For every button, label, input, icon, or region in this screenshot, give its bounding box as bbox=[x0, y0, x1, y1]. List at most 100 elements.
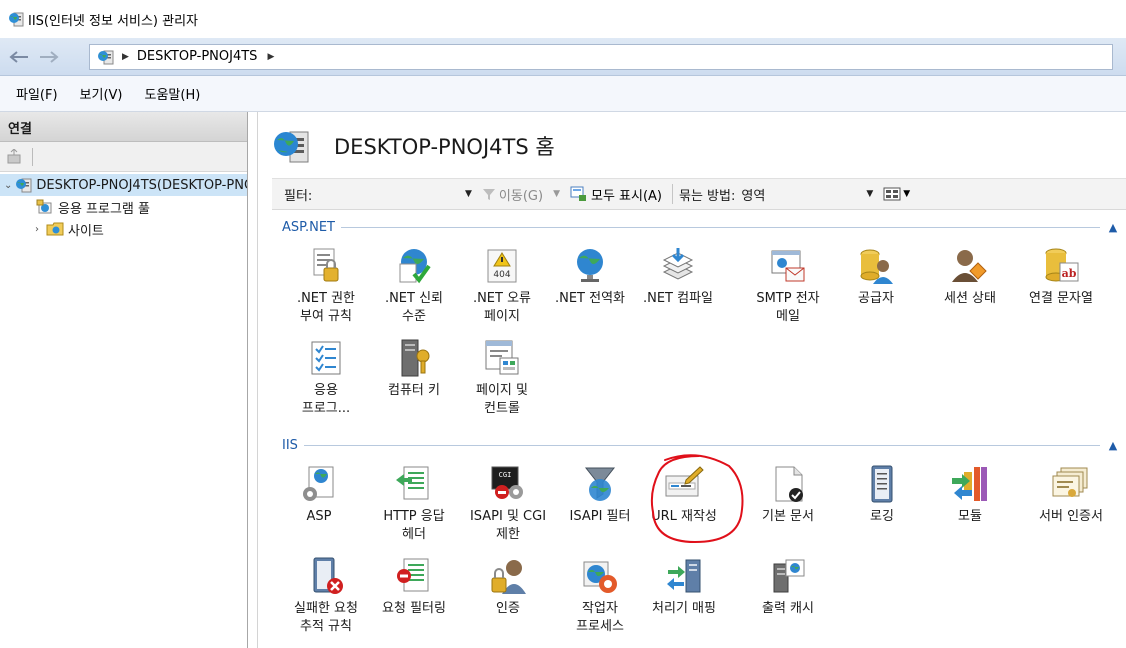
page-header: DESKTOP-PNOJ4TS 홈 bbox=[272, 128, 555, 164]
tree-node-sites[interactable]: › 사이트 bbox=[0, 218, 247, 240]
feature-net-compilation[interactable]: .NET 컴파일 bbox=[632, 246, 724, 308]
session-state-icon bbox=[952, 250, 987, 282]
toolbar-separator bbox=[32, 147, 33, 166]
worker-processes-icon bbox=[583, 561, 617, 593]
group-by-label: 묶는 방법: bbox=[679, 188, 736, 204]
breadcrumb-separator-icon[interactable]: ▶ bbox=[122, 52, 129, 62]
go-button-label: 이동(G) bbox=[498, 188, 544, 204]
menu-file[interactable]: 파일(F) bbox=[10, 80, 64, 107]
collapse-section-icon[interactable]: ▲ bbox=[1106, 439, 1120, 452]
show-all-label: 모두 표시(A) bbox=[590, 188, 662, 204]
feature-label: 모듈 bbox=[958, 509, 982, 524]
show-all-button[interactable]: 모두 표시(A) bbox=[570, 185, 662, 204]
feature-handler-mappings[interactable]: 처리기 매핑 bbox=[638, 556, 730, 618]
feature-output-cache[interactable]: 출력 캐시 bbox=[742, 556, 834, 618]
chevron-down-icon[interactable]: ▼ bbox=[465, 189, 472, 199]
feature-net-authorization[interactable]: .NET 권한 부여 규칙 bbox=[280, 246, 372, 326]
feature-logging[interactable]: 로깅 bbox=[836, 464, 928, 526]
feature-label: 실패한 요청 추적 규칙 bbox=[294, 601, 358, 634]
features-view: DESKTOP-PNOJ4TS 홈 필터: ▼ 이동(G) ▼ 모두 표시(A)… bbox=[257, 112, 1126, 648]
failed-request-tracing-icon bbox=[313, 557, 343, 594]
collapse-toggle-icon[interactable]: › bbox=[30, 224, 44, 235]
feature-session-state[interactable]: 세션 상태 bbox=[924, 246, 1016, 308]
feature-server-certificates[interactable]: 서버 인증서 bbox=[1025, 464, 1117, 526]
feature-label: 서버 인증서 bbox=[1039, 509, 1103, 524]
feature-connection-strings[interactable]: ab 연결 문자열 bbox=[1015, 246, 1107, 308]
feature-net-globalization[interactable]: .NET 전역화 bbox=[544, 246, 636, 308]
go-button[interactable]: 이동(G) bbox=[482, 185, 543, 204]
feature-authentication[interactable]: 인증 bbox=[462, 556, 554, 618]
modules-icon bbox=[952, 467, 987, 501]
feature-worker-processes[interactable]: 작업자 프로세스 bbox=[554, 556, 646, 636]
section-divider bbox=[340, 226, 1100, 228]
feature-isapi-cgi[interactable]: CGI ISAPI 및 CGI 제한 bbox=[462, 464, 554, 544]
section-title: IIS bbox=[282, 437, 298, 453]
connect-icon[interactable] bbox=[6, 148, 24, 165]
connections-tree: ⌄ DESKTOP-PNOJ4TS(DESKTOP-PNOJ4TS\ 응용 프로… bbox=[0, 172, 247, 240]
feature-label: 응용 프로그... bbox=[301, 383, 351, 416]
feature-providers[interactable]: 공급자 bbox=[830, 246, 922, 308]
net-globalization-icon bbox=[577, 249, 603, 282]
section-header-iis[interactable]: IIS ▲ bbox=[282, 436, 1120, 454]
feature-http-headers[interactable]: HTTP 응답 헤더 bbox=[368, 464, 460, 544]
section-divider bbox=[303, 444, 1100, 446]
feature-pages-controls[interactable]: 페이지 및 컨트롤 bbox=[456, 338, 548, 418]
tree-node-app-pools[interactable]: 응용 프로그램 풀 bbox=[0, 196, 247, 218]
address-bar: ▶ DESKTOP-PNOJ4TS ▶ bbox=[0, 38, 1126, 76]
menu-view[interactable]: 보기(V) bbox=[74, 80, 129, 107]
feature-label: 공급자 bbox=[858, 291, 894, 306]
feature-net-trust[interactable]: .NET 신뢰 수준 bbox=[368, 246, 460, 326]
net-error-pages-icon: 404 bbox=[487, 249, 517, 283]
menu-help[interactable]: 도움말(H) bbox=[139, 80, 207, 107]
feature-label: 출력 캐시 bbox=[762, 601, 814, 616]
feature-app-settings[interactable]: 응용 프로그... bbox=[280, 338, 372, 418]
connection-strings-icon: ab bbox=[1045, 248, 1079, 282]
feature-request-filtering[interactable]: 요청 필터링 bbox=[368, 556, 460, 618]
feature-failed-request-tracing[interactable]: 실패한 요청 추적 규칙 bbox=[280, 556, 372, 636]
net-compilation-icon bbox=[662, 248, 694, 280]
feature-label: 페이지 및 컨트롤 bbox=[476, 383, 528, 416]
tree-node-label: 응용 프로그램 풀 bbox=[58, 201, 150, 217]
sites-folder-icon bbox=[46, 222, 64, 236]
expand-toggle-icon[interactable]: ⌄ bbox=[4, 180, 12, 191]
svg-text:ab: ab bbox=[1062, 267, 1077, 280]
server-certificates-icon bbox=[1052, 467, 1088, 497]
feature-label: ISAPI 및 CGI 제한 bbox=[469, 509, 547, 542]
feature-label: 인증 bbox=[496, 601, 520, 616]
isapi-filters-icon bbox=[584, 467, 616, 501]
group-by-select[interactable]: 영역 bbox=[735, 185, 860, 204]
filter-bar: 필터: ▼ 이동(G) ▼ 모두 표시(A) 묶는 방법: 영역 ▼ ▼ bbox=[272, 178, 1126, 210]
filter-input[interactable] bbox=[324, 184, 459, 204]
back-arrow-icon[interactable] bbox=[4, 44, 34, 70]
forward-arrow-icon[interactable] bbox=[34, 44, 64, 70]
feature-asp[interactable]: ASP bbox=[273, 464, 365, 526]
section-header-aspnet[interactable]: ASP.NET ▲ bbox=[282, 218, 1120, 236]
authentication-icon bbox=[491, 560, 526, 594]
breadcrumb-separator-icon[interactable]: ▶ bbox=[267, 52, 274, 62]
feature-modules[interactable]: 모듈 bbox=[924, 464, 1016, 526]
collapse-section-icon[interactable]: ▲ bbox=[1106, 221, 1120, 234]
feature-label: 컴퓨터 키 bbox=[388, 383, 440, 398]
feature-machine-key[interactable]: 컴퓨터 키 bbox=[368, 338, 460, 400]
feature-label: .NET 권한 부여 규칙 bbox=[296, 291, 356, 324]
svg-text:404: 404 bbox=[493, 270, 510, 280]
feature-url-rewrite[interactable]: URL 재작성 bbox=[638, 464, 730, 526]
chevron-down-icon[interactable]: ▼ bbox=[553, 189, 560, 199]
chevron-down-icon[interactable]: ▼ bbox=[903, 189, 910, 199]
tree-node-server[interactable]: ⌄ DESKTOP-PNOJ4TS(DESKTOP-PNOJ4TS\ bbox=[0, 174, 247, 196]
chevron-down-icon[interactable]: ▼ bbox=[866, 189, 873, 199]
view-mode-button[interactable]: ▼ bbox=[883, 187, 910, 201]
feature-smtp-email[interactable]: SMTP 전자 메일 bbox=[742, 246, 834, 326]
breadcrumb-server[interactable]: DESKTOP-PNOJ4TS bbox=[137, 49, 258, 64]
connections-pane: 연결 ⌄ DESKTOP-PNOJ4TS(DESKTOP-PNOJ4TS\ bbox=[0, 112, 248, 648]
address-box[interactable]: ▶ DESKTOP-PNOJ4TS ▶ bbox=[89, 43, 1113, 70]
tree-node-label: 사이트 bbox=[68, 223, 104, 239]
handler-mappings-icon bbox=[667, 559, 701, 593]
feature-default-document[interactable]: 기본 문서 bbox=[742, 464, 834, 526]
feature-isapi-filters[interactable]: ISAPI 필터 bbox=[554, 464, 646, 526]
feature-label: URL 재작성 bbox=[651, 509, 717, 524]
logging-icon bbox=[871, 465, 893, 503]
iis-manager-icon bbox=[9, 12, 24, 27]
filter-label: 필터: bbox=[284, 188, 313, 204]
feature-net-error-pages[interactable]: 404 .NET 오류 페이지 bbox=[456, 246, 548, 326]
